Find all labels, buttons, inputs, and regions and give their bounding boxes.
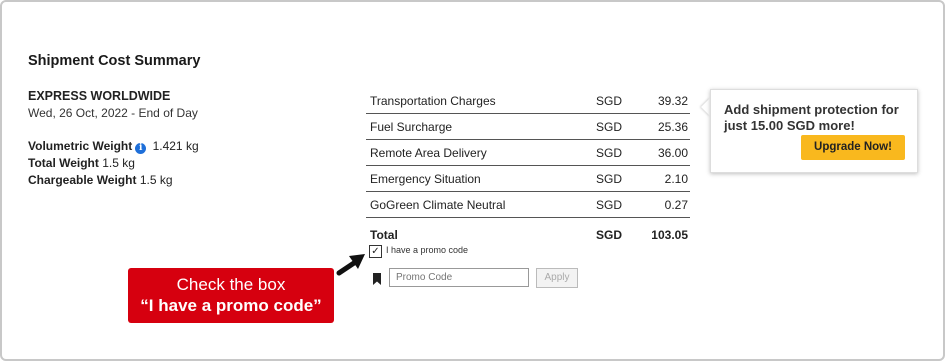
upgrade-now-button[interactable]: Upgrade Now! <box>801 135 905 160</box>
popover-notch <box>701 98 710 116</box>
volumetric-weight-row: Volumetric Weight i 1.421 kg <box>28 139 199 154</box>
charge-row: Fuel Surcharge SGD 25.36 <box>366 114 690 140</box>
promo-code-checkbox-label[interactable]: I have a promo code <box>386 245 468 255</box>
total-weight-row: Total Weight 1.5 kg <box>28 156 135 170</box>
charge-currency: SGD <box>596 120 623 134</box>
volumetric-weight-value: 1.421 kg <box>152 139 199 153</box>
charge-row: Emergency Situation SGD 2.10 <box>366 166 690 192</box>
charge-name: Fuel Surcharge <box>370 120 453 134</box>
charge-currency: SGD <box>596 94 623 108</box>
charge-currency: SGD <box>596 146 623 160</box>
total-amount: 103.05 <box>651 228 688 242</box>
chargeable-weight-label: Chargeable Weight <box>28 173 137 187</box>
charge-amount: 0.27 <box>664 198 688 212</box>
total-weight-label: Total Weight <box>28 156 99 170</box>
total-label: Total <box>370 228 398 242</box>
callout-line-1: Check the box <box>176 275 286 294</box>
charge-row: Transportation Charges SGD 39.32 <box>366 88 690 114</box>
protection-text: Add shipment protection for just 15.00 S… <box>724 102 899 133</box>
charge-currency: SGD <box>596 172 623 186</box>
charge-currency: SGD <box>596 198 623 212</box>
charge-row: Remote Area Delivery SGD 36.00 <box>366 140 690 166</box>
shipment-protection-popover: Add shipment protection for just 15.00 S… <box>710 89 918 173</box>
volumetric-weight-label: Volumetric Weight <box>28 139 133 153</box>
charge-row: GoGreen Climate Neutral SGD 0.27 <box>366 192 690 218</box>
total-weight-value: 1.5 kg <box>102 156 135 170</box>
charge-name: Emergency Situation <box>370 172 481 186</box>
page-title: Shipment Cost Summary <box>28 53 201 69</box>
charge-name: Remote Area Delivery <box>370 146 487 160</box>
charge-amount: 25.36 <box>657 120 688 134</box>
charge-name: Transportation Charges <box>370 94 496 108</box>
promo-code-checkbox[interactable]: ✓ <box>369 245 382 258</box>
info-icon[interactable]: i <box>135 143 147 154</box>
apply-button[interactable]: Apply <box>536 268 578 288</box>
charge-amount: 2.10 <box>664 172 688 186</box>
chargeable-weight-row: Chargeable Weight 1.5 kg <box>28 173 173 187</box>
charge-name: GoGreen Climate Neutral <box>370 198 506 212</box>
charge-amount: 36.00 <box>657 146 688 160</box>
total-row: Total SGD 103.05 <box>366 218 690 244</box>
instruction-callout: Check the box “I have a promo code” <box>128 268 334 323</box>
bookmark-icon <box>373 273 381 285</box>
promo-code-input[interactable] <box>389 268 529 287</box>
pointer-arrow-icon <box>336 254 365 276</box>
chargeable-weight-value: 1.5 kg <box>139 173 173 187</box>
total-currency: SGD <box>596 228 623 242</box>
delivery-date: Wed, 26 Oct, 2022 - End of Day <box>28 106 198 120</box>
service-name: EXPRESS WORLDWIDE <box>28 89 171 103</box>
charge-amount: 39.32 <box>657 94 688 108</box>
charges-table: Transportation Charges SGD 39.32 Fuel Su… <box>366 88 690 244</box>
callout-line-2: “I have a promo code” <box>140 296 322 315</box>
